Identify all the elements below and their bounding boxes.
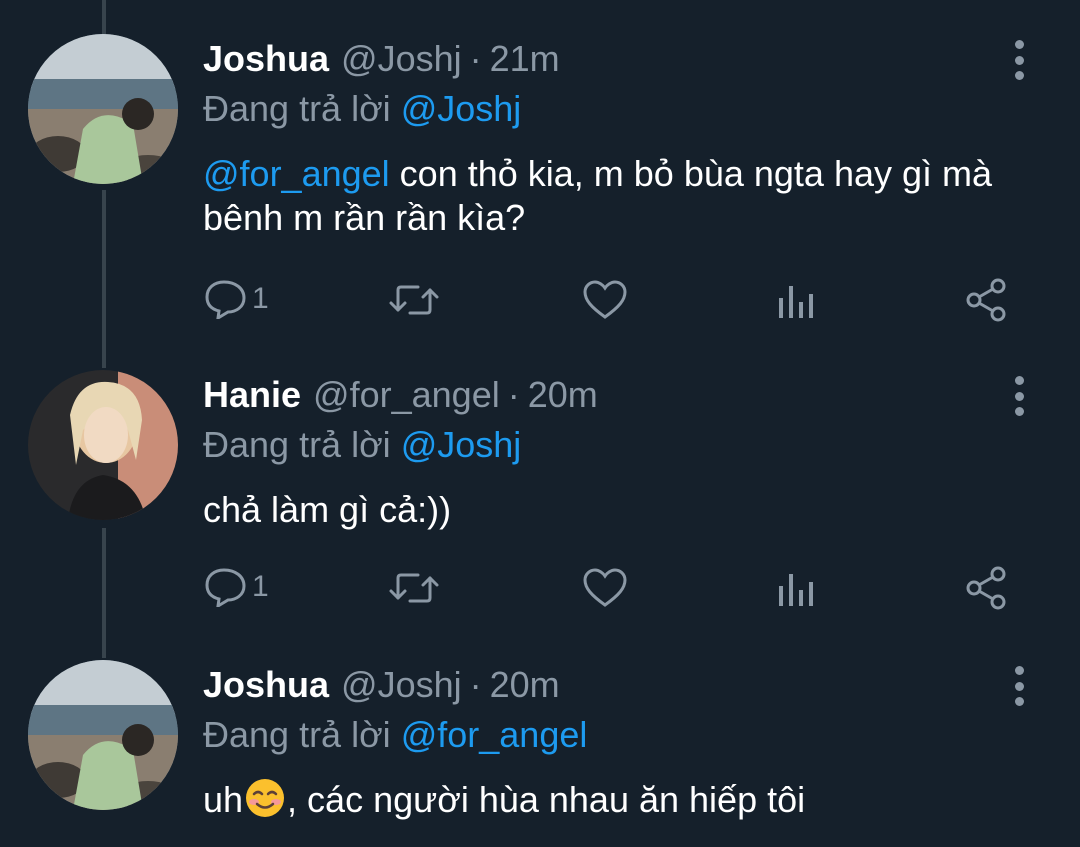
- reply-count: 1: [252, 570, 269, 603]
- reply-count: 1: [252, 282, 269, 315]
- retweet-button[interactable]: [388, 282, 440, 318]
- tweet-text: uh , các người hùa nhau ăn hiếp tôi: [203, 778, 1043, 822]
- like-button[interactable]: [582, 280, 628, 320]
- retweet-icon: [389, 573, 439, 603]
- replying-to-mention[interactable]: @for_angel: [401, 714, 588, 755]
- tweet[interactable]: Joshua @Joshj · 20m Đang trả lời @for_an…: [0, 660, 1080, 847]
- mention-link[interactable]: @for_angel: [203, 153, 390, 194]
- heart-icon: [583, 280, 627, 319]
- separator-dot: ·: [469, 38, 482, 79]
- reply-button[interactable]: 1: [204, 279, 269, 319]
- share-button[interactable]: [964, 278, 1008, 322]
- views-button[interactable]: [776, 570, 816, 606]
- reply-icon: [205, 280, 246, 319]
- separator-dot: ·: [507, 374, 520, 415]
- timestamp[interactable]: 20m: [528, 374, 598, 416]
- tweet-text: @for_angel con thỏ kia, m bỏ bùa ngta ha…: [203, 152, 1043, 240]
- replying-to: Đang trả lời @Joshj: [203, 424, 521, 466]
- tweet[interactable]: Joshua @Joshj · 21m Đang trả lời @Joshj …: [0, 0, 1080, 340]
- analytics-icon: [779, 286, 813, 318]
- tweet-actions: 1: [0, 274, 1080, 324]
- timestamp[interactable]: 20m: [490, 664, 560, 706]
- tweet-header: Joshua @Joshj · 20m: [203, 663, 560, 707]
- replying-to-label: Đang trả lời: [203, 714, 391, 755]
- tweet-text-content: uh: [203, 779, 244, 820]
- replying-to-label: Đang trả lời: [203, 424, 391, 465]
- tweet-text-content: , các người hùa nhau ăn hiếp tôi: [287, 779, 806, 820]
- tweet[interactable]: Hanie @for_angel · 20m Đang trả lời @Jos…: [0, 340, 1080, 660]
- reply-icon: [205, 568, 246, 607]
- replying-to: Đang trả lời @for_angel: [203, 714, 587, 756]
- author-name[interactable]: Joshua: [203, 38, 329, 80]
- timestamp[interactable]: 21m: [490, 38, 560, 80]
- author-name[interactable]: Hanie: [203, 374, 301, 416]
- separator-dot: ·: [469, 664, 482, 705]
- avatar[interactable]: [28, 34, 178, 184]
- author-name[interactable]: Joshua: [203, 664, 329, 706]
- smiling-face-emoji: [246, 779, 285, 817]
- heart-icon: [583, 568, 627, 607]
- replying-to-mention[interactable]: @Joshj: [401, 424, 522, 465]
- more-options-icon[interactable]: [1004, 376, 1034, 416]
- more-options-icon[interactable]: [1004, 666, 1034, 706]
- tweet-header: Joshua @Joshj · 21m: [203, 37, 560, 81]
- avatar[interactable]: [28, 370, 178, 520]
- share-icon: [966, 566, 1006, 610]
- replying-to: Đang trả lời @Joshj: [203, 88, 521, 130]
- more-options-icon[interactable]: [1004, 40, 1034, 80]
- share-icon: [966, 278, 1006, 322]
- replying-to-label: Đang trả lời: [203, 88, 391, 129]
- share-button[interactable]: [964, 566, 1008, 610]
- tweet-text-content: chả làm gì cả:)): [203, 489, 452, 530]
- tweet-text: chả làm gì cả:)): [203, 488, 1043, 532]
- author-handle[interactable]: @Joshj: [341, 38, 462, 80]
- author-handle[interactable]: @Joshj: [341, 664, 462, 706]
- analytics-icon: [779, 574, 813, 606]
- tweet-actions: 1: [0, 562, 1080, 612]
- retweet-button[interactable]: [388, 570, 440, 606]
- avatar[interactable]: [28, 660, 178, 810]
- reply-button[interactable]: 1: [204, 567, 269, 607]
- retweet-icon: [389, 285, 439, 315]
- tweet-header: Hanie @for_angel · 20m: [203, 373, 598, 417]
- views-button[interactable]: [776, 282, 816, 318]
- author-handle[interactable]: @for_angel: [313, 374, 500, 416]
- replying-to-mention[interactable]: @Joshj: [401, 88, 522, 129]
- like-button[interactable]: [582, 568, 628, 608]
